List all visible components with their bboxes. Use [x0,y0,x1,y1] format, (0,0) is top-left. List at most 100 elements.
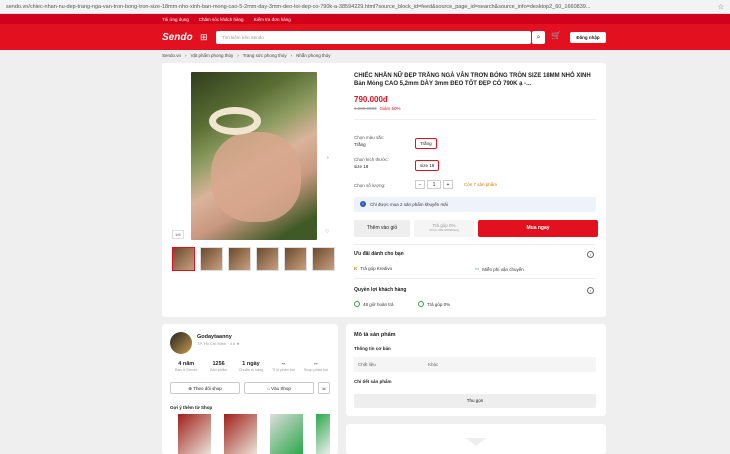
buy-now-button[interactable]: Mua ngay [478,220,598,237]
size-value: size 18 [354,164,369,169]
shop-stats: 4 năm Bán ở Sendo 1256 Sản phẩm 1 ngày Chuẩ… [170,361,332,373]
size-option-18[interactable]: size 18 [415,160,440,171]
quantity-minus-button[interactable]: − [415,180,425,189]
material-value: Khác [428,362,439,367]
perk-free-shipping-text: Miễn phí vận chuyển [482,266,524,272]
suggested-product-4[interactable] [316,414,330,454]
size-label: Chọn kích thước: [354,157,389,162]
color-label-group: Chọn màu sắc: Trắng [354,134,384,148]
rights-info-icon[interactable]: › [587,287,594,294]
divider [354,278,596,279]
main-header: Sendo ⊞ Tìm kiếm trên Sendo ⌕ 🛒 Đăng nhậ… [0,24,730,50]
perks-info-icon[interactable]: › [587,251,594,258]
truck-icon: ▭ [475,266,480,271]
share-icon[interactable]: ⤴ [312,229,317,236]
old-price: 1.580.000đ [354,106,377,111]
call-icon[interactable]: ☏ [318,382,330,394]
divider [354,119,596,120]
next-image-icon[interactable]: › [327,155,329,161]
thumbnail-5[interactable] [284,247,307,271]
sendo-logo[interactable]: Sendo [162,32,193,43]
description-card: Mô tả sản phẩm Thông tin cơ bản Chất liệ… [346,324,606,416]
suggested-product-3[interactable] [270,414,303,454]
size-label-group: Chọn kích thước: size 18 [354,156,389,170]
thumbnail-4[interactable] [256,247,279,271]
thumbnail-1[interactable] [172,247,195,271]
order-check-link[interactable]: Kiểm tra đơn hàng [254,17,291,22]
thumbnail-2[interactable] [200,247,223,271]
shop-card: Godaytaanny TP. Hồ Chí Minh · 4.6 ★ 4 nă… [162,324,338,454]
perk-free-shipping[interactable]: ▭ Miễn phí vận chuyển [475,266,524,272]
heart-icon[interactable]: ♡ [325,229,329,235]
perks-title: Ưu đãi dành cho bạn [354,251,404,257]
url-text[interactable]: sendo.vn/chiec-nhan-nu-dep-trang-nga-van… [6,4,686,10]
right-return: 48 giờ hoàn trả [354,301,393,307]
rights-title: Quyền lợi khách hàng [354,287,407,293]
thumbnail-6[interactable] [312,247,335,271]
customer-care-link[interactable]: Chăm sóc khách hàng [199,17,244,22]
color-value: Trắng [354,142,366,147]
ring-shape [209,107,261,135]
action-buttons: Thêm vào giỏ Trả góp 0% Chỉ từ 395.000đ/t… [354,220,598,237]
breadcrumb-subcategory[interactable]: Trang sức phong thủy [243,53,287,58]
category-grid-icon[interactable]: ⊞ [200,32,208,43]
breadcrumb-category[interactable]: Vật phẩm phong thủy [191,53,234,58]
collapse-button[interactable]: Thu gọn [354,394,596,408]
stat-years: 4 năm Bán ở Sendo [175,361,198,372]
shop-suggest-title: Gợi ý thêm từ Shop [170,405,213,410]
material-label: Chất liệu [358,362,376,367]
search-icon[interactable]: ⌕ [532,31,545,44]
stat-products: 1256 Sản phẩm [209,361,228,372]
perk-kredivo[interactable]: K Trả góp Kredivo [354,266,392,271]
bookmark-star-icon[interactable]: ☆ [718,3,724,11]
hand-shape [211,132,301,222]
top-links-bar: Tải ứng dụng Chăm sóc khách hàng Kiểm tr… [0,14,730,24]
right-installment: Trả góp 0% [418,301,450,307]
thumbnail-3[interactable] [228,247,251,271]
follow-shop-button[interactable]: ⊕ Theo dõi shop [170,382,240,394]
quantity-label: Chọn số lượng: [354,183,386,188]
add-to-cart-button[interactable]: Thêm vào giỏ [354,220,410,237]
follow-shop-label: Theo dõi shop [193,386,222,391]
image-counter: 1/6 [172,230,184,239]
stock-left: Còn 7 sản phẩm [464,182,498,187]
kredivo-icon: K [354,266,358,271]
login-button[interactable]: Đăng nhập [570,32,606,43]
check-icon [354,301,360,307]
color-label: Chọn màu sắc: [354,135,385,140]
product-title: CHIẾC NHẪN NỮ ĐẸP TRẮNG NGÀ VÂN TRƠN BÓN… [354,73,591,87]
product-card: 1/6 ⤴ ♡ › CHIẾC NHẪN NỮ ĐẸP TRẮNG NGÀ VÂ… [162,63,606,317]
loading-card [346,424,606,454]
breadcrumb: Sendo.vn › Vật phẩm phong thủy › Trang sức… [162,53,331,58]
shop-avatar[interactable] [170,332,192,354]
thumbnail-strip [172,247,335,271]
download-app-link[interactable]: Tải ứng dụng [162,17,189,22]
discount-badge: Giảm 50% [379,106,401,111]
stat-response: -- Shop phản hồi [303,361,329,372]
breadcrumb-current[interactable]: Nhẫn phong thủy [296,53,330,58]
search-input[interactable]: Tìm kiếm trên Sendo [216,31,531,44]
shop-name[interactable]: Godaytaanny [197,334,232,340]
installment-button[interactable]: Trả góp 0% Chỉ từ 395.000đ/tháng [414,220,474,237]
shop-buttons: ⊕ Theo dõi shop ⌂ Vào Shop ☏ [170,382,330,394]
right-installment-text: Trả góp 0% [427,301,451,307]
quantity-input[interactable]: 1 [427,180,441,189]
suggested-product-1[interactable] [178,414,211,454]
installment-sub: Chỉ từ 395.000đ/tháng [429,228,459,232]
browser-address-bar[interactable]: sendo.vn/chiec-nhan-nu-dep-trang-nga-van… [0,0,730,14]
cart-icon[interactable]: 🛒 [551,31,561,40]
breadcrumb-home[interactable]: Sendo.vn [162,53,181,58]
divider [354,244,596,245]
check-icon [418,301,424,307]
promo-notice: i Chỉ được mua 2 sản phẩm khuyến mãi [354,197,596,212]
detail-title: Chi tiết sản phẩm [354,379,392,384]
product-main-image[interactable] [191,72,317,240]
color-option-white[interactable]: Trắng [415,138,437,149]
quantity-stepper: − 1 + [415,180,453,189]
shop-sub: TP. Hồ Chí Minh · 4.6 ★ [197,341,240,346]
visit-shop-button[interactable]: ⌂ Vào Shop [244,382,314,394]
quantity-plus-button[interactable]: + [443,180,453,189]
promo-notice-text: Chỉ được mua 2 sản phẩm khuyến mãi [370,202,448,207]
suggested-product-2[interactable] [224,414,257,454]
visit-shop-label: Vào Shop [271,386,291,391]
